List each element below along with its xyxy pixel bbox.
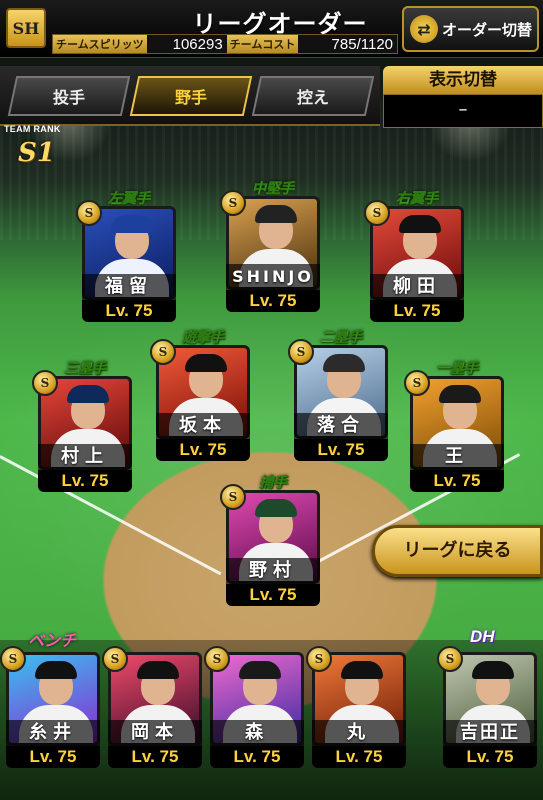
player-level: Lv. 75 (370, 300, 464, 322)
player-name: 落合 (294, 413, 388, 439)
player-name: SHINJO (226, 264, 320, 290)
star-badge-icon: S (306, 646, 332, 672)
player-level: Lv. 75 (294, 439, 388, 461)
player-name: 岡本 (108, 720, 202, 746)
bench-card[interactable]: 森 Lv. 75 S (204, 646, 304, 768)
team-spirits-label: チームスピリッツ (53, 35, 147, 53)
team-cost-value: 785/1120 (331, 35, 393, 53)
player-level: Lv. 75 (226, 584, 320, 606)
player-name: 村上 (38, 444, 132, 470)
team-logo: SH (6, 8, 46, 48)
star-badge-icon: S (204, 646, 230, 672)
star-badge-icon: S (288, 339, 314, 365)
bench-card[interactable]: 岡本 Lv. 75 S (102, 646, 202, 768)
player-card-left-field[interactable]: 左翼手 福留 Lv. 75 S (76, 191, 176, 322)
player-level: Lv. 75 (226, 290, 320, 312)
player-level: Lv. 75 (38, 470, 132, 492)
player-name: 王 (410, 444, 504, 470)
star-badge-icon: S (437, 646, 463, 672)
star-badge-icon: S (364, 200, 390, 226)
player-name: 坂本 (156, 413, 250, 439)
star-badge-icon: S (32, 370, 58, 396)
player-level: Lv. 75 (108, 746, 202, 768)
star-badge-icon: S (220, 190, 246, 216)
team-rank-value: S1 (18, 138, 55, 168)
tab-pitchers[interactable]: 投手 (7, 76, 131, 116)
player-card-catcher[interactable]: 捕手 野村 Lv. 75 S (220, 475, 320, 606)
player-level: Lv. 75 (312, 746, 406, 768)
bench-label: ベンチ (28, 631, 77, 650)
player-level: Lv. 75 (443, 746, 537, 768)
player-card-second-base[interactable]: 二塁手 落合 Lv. 75 S (288, 330, 388, 461)
star-badge-icon: S (404, 370, 430, 396)
tab-label: 控え (296, 88, 329, 107)
bench-card[interactable]: 糸井 Lv. 75 S (0, 646, 100, 768)
player-name: 丸 (312, 720, 406, 746)
team-cost-label: チームコスト (226, 35, 299, 53)
display-toggle-value: – (383, 94, 543, 128)
player-card-first-base[interactable]: 一塁手 王 Lv. 75 S (404, 361, 504, 492)
player-card-center-field[interactable]: 中堅手 SHINJO Lv. 75 S (220, 181, 320, 312)
swap-icon: ⇄ (410, 15, 438, 43)
tab-label: 投手 (52, 88, 85, 107)
player-card-shortstop[interactable]: 遊撃手 坂本 Lv. 75 S (150, 330, 250, 461)
player-name: 福留 (82, 274, 176, 300)
player-name: 柳田 (370, 274, 464, 300)
player-card-third-base[interactable]: 三塁手 村上 Lv. 75 S (32, 361, 132, 492)
star-badge-icon: S (76, 200, 102, 226)
display-toggle[interactable]: 表示切替 – (383, 66, 543, 130)
game-screen: SH リーグオーダー チームスピリッツ 106293 チームコスト 785/11… (0, 0, 543, 800)
player-level: Lv. 75 (82, 300, 176, 322)
star-badge-icon: S (102, 646, 128, 672)
tab-reserves[interactable]: 控え (251, 76, 375, 116)
team-stats-bar: チームスピリッツ 106293 チームコスト 785/1120 (52, 34, 398, 54)
player-name: 糸井 (6, 720, 100, 746)
display-toggle-title: 表示切替 (383, 66, 543, 94)
header-bar: SH リーグオーダー チームスピリッツ 106293 チームコスト 785/11… (0, 0, 543, 58)
player-card-right-field[interactable]: 右翼手 柳田 Lv. 75 S (364, 191, 464, 322)
player-name: 野村 (226, 558, 320, 584)
player-level: Lv. 75 (6, 746, 100, 768)
order-swap-label: オーダー切替 (442, 20, 533, 39)
player-name: 吉田正 (443, 720, 537, 746)
star-badge-icon: S (220, 484, 246, 510)
return-to-league-button[interactable]: リーグに戻る (372, 525, 543, 577)
bench-card[interactable]: 丸 Lv. 75 S (306, 646, 406, 768)
team-rank-label: TEAM RANK (4, 124, 61, 134)
player-level: Lv. 75 (410, 470, 504, 492)
team-spirits-value: 106293 (172, 35, 223, 53)
player-level: Lv. 75 (210, 746, 304, 768)
order-swap-button[interactable]: ⇄ オーダー切替 (402, 6, 539, 52)
star-badge-icon: S (150, 339, 176, 365)
tab-label: 野手 (174, 88, 207, 107)
tab-fielders[interactable]: 野手 (129, 76, 253, 116)
dh-card[interactable]: 吉田正 Lv. 75 S (437, 646, 537, 768)
player-level: Lv. 75 (156, 439, 250, 461)
player-name: 森 (210, 720, 304, 746)
star-badge-icon: S (0, 646, 26, 672)
dh-label: DH (470, 627, 495, 646)
